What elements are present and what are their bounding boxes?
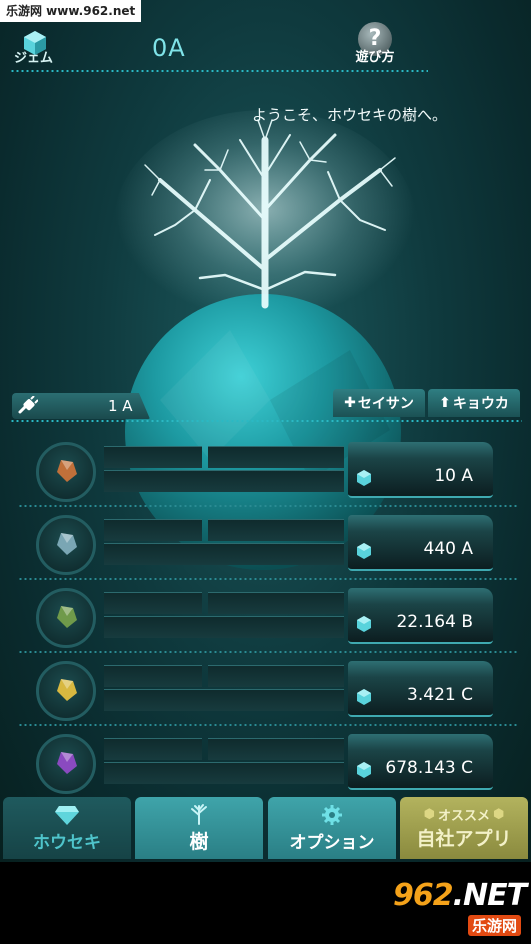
item-progress-bar: [104, 689, 344, 711]
strengthen-tab[interactable]: ⬆ キョウカ: [428, 389, 520, 417]
gem-cube-icon: [357, 689, 371, 705]
plus-icon: ✚: [344, 395, 356, 411]
item-info-bar: [208, 592, 344, 614]
item-separator: [18, 724, 518, 726]
gem-cube-icon: [357, 543, 371, 559]
nav-tab-options[interactable]: オプション: [268, 797, 396, 859]
gem-thumbnail: [36, 588, 96, 648]
nav-label-apps: 自社アプリ: [416, 828, 512, 850]
header-divider: [10, 70, 428, 72]
watermark-text: 乐游网 www.962.net: [0, 0, 142, 22]
crystal-icon: [57, 460, 77, 482]
nav-tab-gems[interactable]: ホウセキ: [3, 797, 131, 859]
item-progress-bar: [104, 762, 344, 784]
item-separator: [18, 505, 518, 507]
hexagon-icon: ⬢: [493, 807, 505, 822]
nav-tab-tree[interactable]: 樹: [135, 797, 263, 859]
gem-cube-icon: [357, 762, 371, 778]
nav-label-gems: ホウセキ: [33, 832, 101, 853]
item-name-bar: [104, 519, 202, 541]
item-name-bar: [104, 592, 202, 614]
item-progress-bar: [104, 470, 344, 492]
item-name-bar: [104, 738, 202, 760]
gem-list-item[interactable]: 10 A: [0, 436, 531, 508]
item-info-bar: [208, 665, 344, 687]
power-value: 1 A: [108, 397, 133, 415]
crystal-icon: [57, 606, 77, 628]
nav-tab-recommended-apps[interactable]: ⬢ オススメ ⬢ 自社アプリ: [400, 797, 528, 859]
produce-tab[interactable]: ✚ セイサン: [333, 389, 425, 417]
item-name-bar: [104, 446, 202, 468]
crystal-icon: [57, 679, 77, 701]
up-arrow-icon: ⬆: [439, 395, 451, 411]
gem-list-item[interactable]: 3.421 C: [0, 655, 531, 727]
item-separator: [18, 651, 518, 653]
crystal-icon: [57, 752, 77, 774]
gem-label: ジェム: [14, 51, 54, 66]
item-price: 440 A: [423, 539, 473, 559]
item-price: 10 A: [434, 466, 473, 486]
gem-cube-icon: [357, 470, 371, 486]
nav-label-tree: 樹: [189, 830, 209, 853]
produce-label: セイサン: [357, 396, 414, 412]
strengthen-label: キョウカ: [452, 396, 509, 412]
nav-label-options: オプション: [289, 832, 375, 853]
item-info-bar: [208, 738, 344, 760]
site-logo-watermark: 962.NET 乐游网: [393, 878, 527, 936]
gem-thumbnail: [36, 515, 96, 575]
game-screen: 乐游网 www.962.net ジェム 0A ? 遊び方 ようこそ、ホウセキの樹…: [0, 0, 531, 862]
gem-list-item[interactable]: 440 A: [0, 509, 531, 581]
tree-icon: [191, 803, 207, 825]
nav-sub-recommended: ⬢ オススメ ⬢: [423, 807, 505, 824]
help-label: 遊び方: [355, 50, 395, 65]
item-price: 3.421 C: [407, 685, 473, 705]
buy-button[interactable]: 10 A: [348, 442, 493, 498]
diamond-icon: [55, 805, 79, 825]
item-separator: [18, 578, 518, 580]
gem-thumbnail: [36, 734, 96, 794]
item-info-bar: [208, 446, 344, 468]
item-name-bar: [104, 665, 202, 687]
hexagon-icon: ⬢: [423, 807, 435, 822]
plug-icon: [18, 396, 38, 414]
item-info-bar: [208, 519, 344, 541]
buy-button[interactable]: 678.143 C: [348, 734, 493, 790]
buy-button[interactable]: 440 A: [348, 515, 493, 571]
item-progress-bar: [104, 543, 344, 565]
item-progress-bar: [104, 616, 344, 638]
item-price: 678.143 C: [385, 758, 473, 778]
gem-list-item[interactable]: 22.164 B: [0, 582, 531, 654]
gear-icon: [322, 804, 342, 825]
gem-thumbnail: [36, 661, 96, 721]
help-button[interactable]: ? 遊び方: [350, 22, 398, 70]
gem-list-item[interactable]: 678.143 C: [0, 728, 531, 800]
buy-button[interactable]: 3.421 C: [348, 661, 493, 717]
crystal-icon: [57, 533, 77, 555]
item-price: 22.164 B: [396, 612, 473, 632]
currency-total: 0A: [152, 34, 186, 62]
buy-button[interactable]: 22.164 B: [348, 588, 493, 644]
gem-cube-icon: [357, 616, 371, 632]
stats-divider: [10, 420, 522, 422]
gem-thumbnail: [36, 442, 96, 502]
